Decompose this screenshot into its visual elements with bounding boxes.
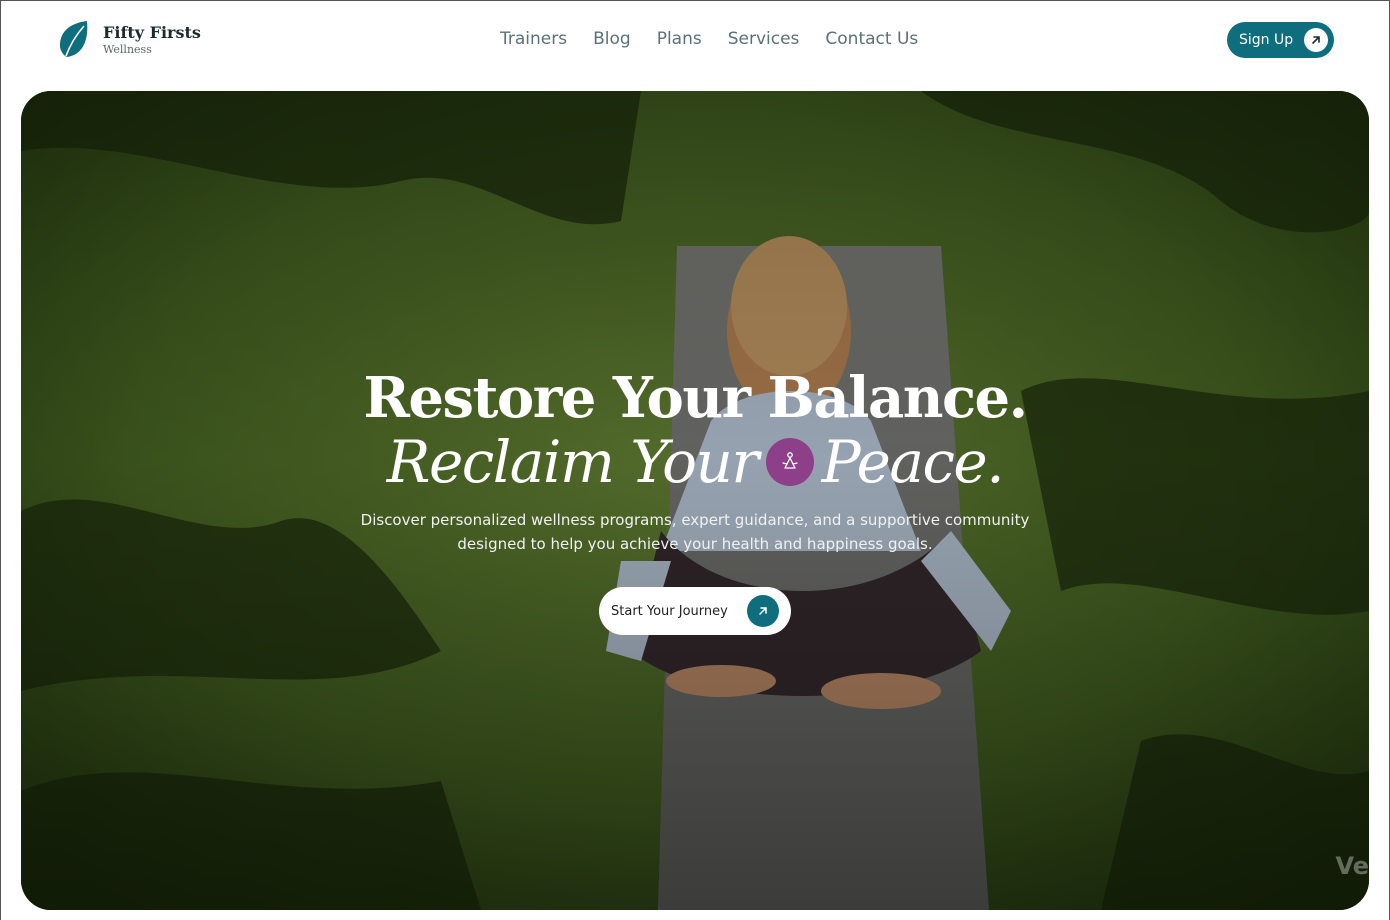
- brand-tagline: Wellness: [103, 43, 152, 56]
- brand-logo[interactable]: Fifty Firsts Wellness: [57, 19, 201, 59]
- start-journey-label: Start Your Journey: [611, 603, 728, 619]
- sign-up-label: Sign Up: [1239, 32, 1294, 48]
- leaf-icon: [59, 21, 88, 57]
- watermark-text: Ve: [1335, 852, 1369, 880]
- nav-item-services[interactable]: Services: [728, 28, 800, 50]
- hero-headline-peace: Peace.: [821, 428, 1005, 496]
- main-nav: Trainers Blog Plans Services Contact Us: [487, 28, 931, 50]
- arrow-up-right-icon: [1304, 28, 1328, 52]
- hero-background-image: [21, 91, 1369, 910]
- nav-item-blog[interactable]: Blog: [593, 28, 631, 50]
- hero-headline-line2: Reclaim Your Peace.: [21, 429, 1369, 495]
- brand-name: Fifty Firsts: [103, 23, 201, 42]
- meditation-icon: [765, 438, 814, 486]
- hero-subtext: Discover personalized wellness programs,…: [321, 508, 1069, 556]
- nav-item-trainers[interactable]: Trainers: [500, 28, 567, 50]
- start-journey-button[interactable]: Start Your Journey: [599, 587, 791, 635]
- hero-headline-line1: Restore Your Balance.: [363, 365, 1028, 431]
- nav-item-contact-us[interactable]: Contact Us: [825, 28, 918, 50]
- arrow-up-right-icon: [747, 595, 779, 627]
- hero-subtext-line2: designed to help you achieve your health…: [457, 535, 933, 553]
- hero-subtext-line1: Discover personalized wellness programs,…: [360, 511, 1030, 529]
- nav-item-plans[interactable]: Plans: [657, 28, 702, 50]
- hero-section: Restore Your Balance. Reclaim Your Peace…: [21, 91, 1369, 910]
- sign-up-button[interactable]: Sign Up: [1227, 22, 1334, 58]
- site-header: Fifty Firsts Wellness Trainers Blog Plan…: [1, 1, 1389, 89]
- hero-headline-reclaim: Reclaim Your: [386, 428, 759, 496]
